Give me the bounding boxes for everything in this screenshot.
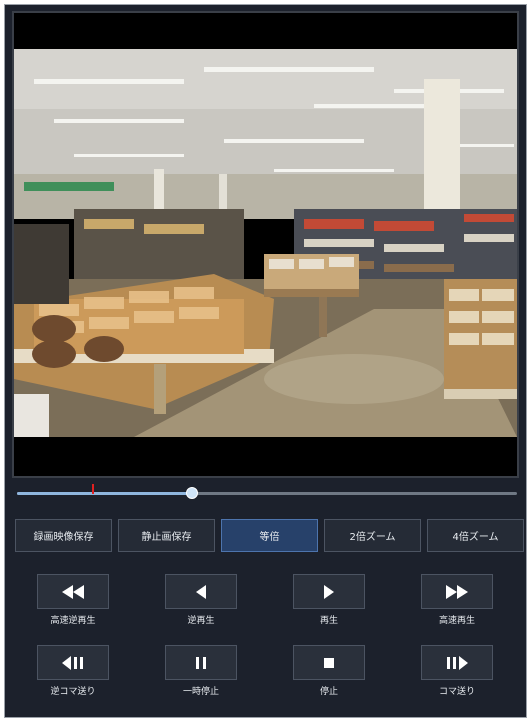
stop-label: 停止	[319, 687, 338, 697]
stop-icon	[324, 657, 334, 668]
fast-rewind-label: 高速逆再生	[50, 616, 96, 626]
fast-rewind-button[interactable]	[37, 574, 109, 609]
frame-back-label: 逆コマ送り	[50, 687, 96, 697]
seek-handle[interactable]	[186, 487, 198, 499]
seek-marker	[92, 484, 94, 494]
play-label: 再生	[319, 616, 338, 626]
frame-forward-label: コマ送り	[438, 687, 475, 697]
reverse-play-button[interactable]	[165, 574, 237, 609]
fast-rewind-icon	[62, 584, 84, 599]
seek-progress	[17, 492, 192, 495]
fast-forward-label: 高速再生	[438, 616, 475, 626]
play-icon	[324, 584, 334, 599]
frame-forward-button[interactable]	[421, 645, 493, 680]
frame-back-button[interactable]	[37, 645, 109, 680]
video-viewer[interactable]	[12, 11, 519, 478]
pause-icon	[196, 656, 206, 669]
zoom-4x-button[interactable]: 4倍ズーム	[427, 519, 524, 552]
video-frame	[14, 49, 517, 437]
zoom-1x-button[interactable]: 等倍	[221, 519, 318, 552]
frame-back-icon	[62, 655, 83, 670]
seek-bar[interactable]	[17, 481, 517, 505]
pause-button[interactable]	[165, 645, 237, 680]
reverse-play-label: 逆再生	[187, 616, 215, 626]
zoom-2x-button[interactable]: 2倍ズーム	[324, 519, 421, 552]
frame-forward-icon	[447, 655, 468, 670]
pause-label: 一時停止	[182, 687, 219, 697]
reverse-play-icon	[196, 584, 206, 599]
fast-forward-button[interactable]	[421, 574, 493, 609]
play-button[interactable]	[293, 574, 365, 609]
mode-toolbar: 録画映像保存 静止画保存 等倍 2倍ズーム 4倍ズーム	[15, 519, 524, 553]
save-recording-button[interactable]: 録画映像保存	[15, 519, 112, 552]
player-panel: 録画映像保存 静止画保存 等倍 2倍ズーム 4倍ズーム 高速逆再生 逆再生 再生…	[4, 4, 527, 718]
stop-button[interactable]	[293, 645, 365, 680]
save-still-image-button[interactable]: 静止画保存	[118, 519, 215, 552]
fast-forward-icon	[446, 584, 468, 599]
